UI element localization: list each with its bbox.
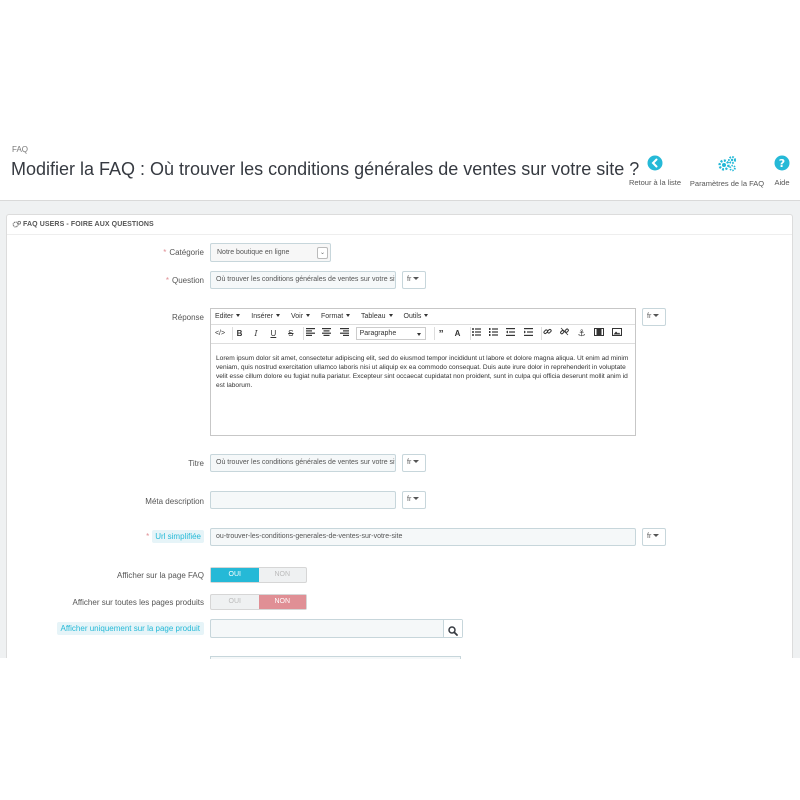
meta-description-lang-dropdown[interactable]: fr — [402, 491, 426, 509]
friendly-url-lang-dropdown[interactable]: fr — [642, 528, 666, 546]
anchor-icon[interactable]: ⚓ — [576, 327, 588, 340]
page-header: FAQ Modifier la FAQ : Où trouver les con… — [0, 138, 800, 200]
show-on-faq-switch[interactable]: OUI NON — [210, 567, 307, 583]
page-title: Modifier la FAQ : Où trouver les conditi… — [11, 159, 640, 179]
faq-settings-button[interactable]: Paramètres de la FAQ — [689, 155, 765, 188]
help-label: Aide — [774, 178, 790, 187]
bold-icon[interactable]: B — [232, 327, 244, 340]
show-on-all-products-switch[interactable]: OUI NON — [210, 594, 307, 610]
editor-content[interactable]: Lorem ipsum dolor sit amet, consectetur … — [211, 344, 635, 390]
faq-form-panel: FAQ USERS - FOIRE AUX QUESTIONS — [6, 214, 793, 658]
panel-heading-text: FAQ USERS - FOIRE AUX QUESTIONS — [23, 221, 154, 228]
align-center-icon[interactable] — [321, 327, 333, 340]
menu-tableau[interactable]: Tableau — [361, 313, 393, 320]
strikethrough-icon[interactable]: S — [285, 327, 297, 340]
editor-toolbar: </> B I U S Paragraphe ” A ⚓ — [211, 325, 635, 344]
back-to-list-button[interactable]: Retour à la liste — [628, 155, 682, 187]
show-on-faq-yes[interactable]: OUI — [211, 568, 259, 582]
product-search-field[interactable] — [210, 619, 463, 638]
title-input[interactable]: Où trouver les conditions générales de v… — [210, 454, 396, 472]
show-on-all-products-yes[interactable]: OUI — [211, 595, 259, 609]
italic-icon[interactable]: I — [250, 327, 262, 340]
source-code-icon[interactable]: </> — [214, 327, 226, 340]
align-left-icon[interactable] — [303, 327, 315, 340]
faq-settings-label: Paramètres de la FAQ — [689, 179, 765, 188]
back-arrow-circle-icon — [628, 155, 682, 173]
friendly-url-label: * Url simplifiée — [146, 530, 204, 543]
align-right-icon[interactable] — [338, 327, 350, 340]
menu-inserer[interactable]: Insérer — [251, 313, 281, 320]
gears-icon — [689, 155, 765, 174]
title-lang-dropdown[interactable]: fr — [402, 454, 426, 472]
question-input[interactable]: Où trouver les conditions générales de v… — [210, 271, 396, 289]
show-on-faq-label: Afficher sur la page FAQ — [116, 571, 204, 580]
answer-label: Réponse — [171, 313, 204, 322]
underline-icon[interactable]: U — [267, 327, 279, 340]
menu-voir[interactable]: Voir — [291, 313, 311, 320]
svg-text:?: ? — [779, 157, 785, 170]
category-select[interactable]: Notre boutique en ligne ⌄ — [210, 243, 331, 262]
editor-menubar: Editer Insérer Voir Format Tableau Outil… — [211, 309, 635, 325]
numbered-list-icon[interactable] — [487, 327, 499, 340]
search-icon — [448, 623, 458, 641]
next-field-partial[interactable] — [210, 656, 461, 659]
bullet-list-icon[interactable] — [469, 327, 482, 340]
media-icon[interactable] — [593, 327, 605, 340]
show-on-faq-no[interactable]: NON — [259, 568, 307, 582]
menu-editer[interactable]: Editer — [215, 313, 241, 320]
image-icon[interactable] — [611, 327, 623, 340]
indent-icon[interactable] — [522, 327, 534, 340]
question-lang-dropdown[interactable]: fr — [402, 271, 426, 289]
link-icon[interactable] — [540, 327, 553, 340]
breadcrumb[interactable]: FAQ — [12, 145, 28, 154]
menu-format[interactable]: Format — [321, 313, 351, 320]
category-label: * Catégorie — [163, 248, 204, 257]
chevron-down-icon: ⌄ — [317, 247, 328, 259]
show-only-on-product-label: Afficher uniquement sur la page produit — [56, 622, 204, 635]
title-label: Titre — [188, 459, 204, 468]
back-to-list-label: Retour à la liste — [628, 178, 682, 187]
show-on-all-products-no[interactable]: NON — [258, 595, 306, 609]
panel-heading: FAQ USERS - FOIRE AUX QUESTIONS — [7, 215, 792, 235]
product-search-button[interactable] — [443, 620, 462, 637]
show-on-all-products-label: Afficher sur toutes les pages produits — [72, 598, 204, 607]
menu-outils[interactable]: Outils — [404, 313, 429, 320]
friendly-url-input[interactable]: ou-trouver-les-conditions-generales-de-v… — [210, 528, 636, 546]
outdent-icon[interactable] — [505, 327, 517, 340]
question-label: * Question — [165, 276, 204, 285]
cogs-icon — [12, 220, 21, 231]
meta-description-input[interactable] — [210, 491, 396, 509]
unlink-icon[interactable] — [558, 327, 570, 340]
meta-description-label: Méta description — [145, 497, 204, 506]
paragraph-format-select[interactable]: Paragraphe — [355, 327, 426, 340]
text-color-icon[interactable]: A — [452, 327, 464, 340]
answer-lang-dropdown[interactable]: fr — [642, 308, 666, 326]
answer-rich-editor: Editer Insérer Voir Format Tableau Outil… — [210, 308, 636, 436]
help-circle-icon: ? — [771, 155, 793, 173]
help-button[interactable]: ? Aide — [771, 155, 793, 187]
category-select-value: Notre boutique en ligne — [217, 249, 290, 256]
blockquote-icon[interactable]: ” — [434, 327, 446, 340]
